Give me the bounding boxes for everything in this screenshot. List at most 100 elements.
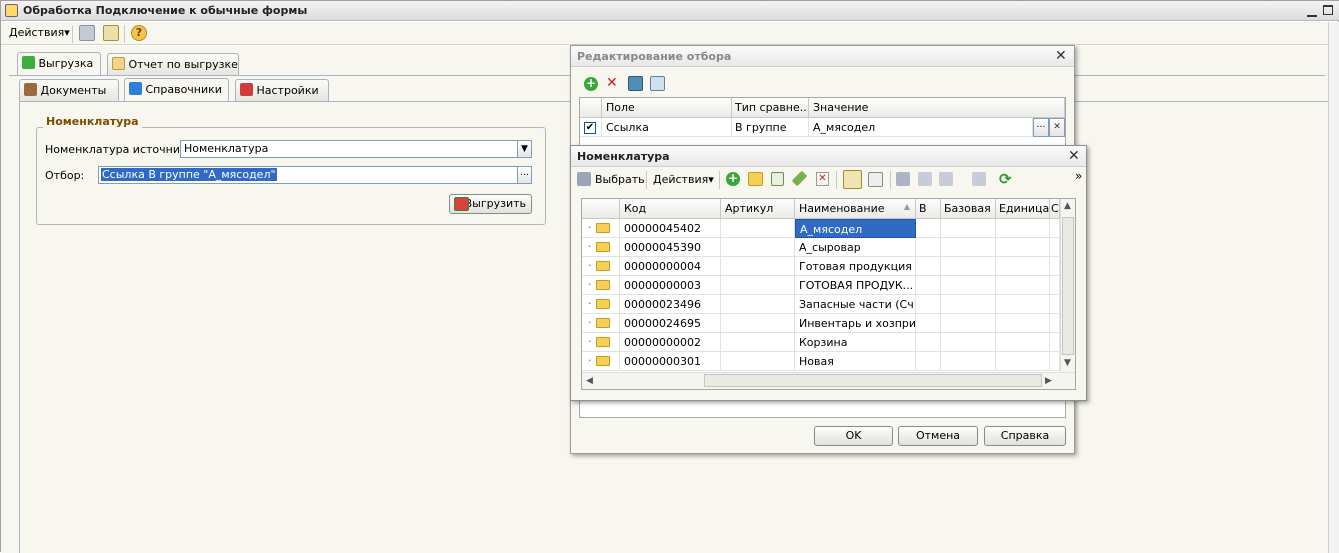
filter-col-field[interactable]: Поле (602, 98, 732, 118)
cell-empty[interactable] (1050, 352, 1060, 371)
cell-article[interactable] (721, 314, 795, 333)
cell-article[interactable] (721, 352, 795, 371)
filter-col-value[interactable]: Значение (809, 98, 1065, 118)
cancel-button[interactable]: Отмена (898, 426, 978, 446)
filter-row-value[interactable]: А_мясодел (809, 118, 1033, 137)
filter-history-icon[interactable] (939, 172, 953, 186)
cell-code[interactable]: 00000024695 (620, 314, 721, 333)
ok-button[interactable]: OK (814, 426, 893, 446)
cell-empty[interactable] (1050, 257, 1060, 276)
uncheck-all-icon[interactable] (650, 76, 665, 91)
cell-article[interactable] (721, 276, 795, 295)
refresh-icon[interactable]: ⟳ (999, 170, 1012, 188)
minimize-button[interactable] (1307, 3, 1317, 17)
cell-article[interactable] (721, 295, 795, 314)
scroll-up-icon[interactable]: ▲ (1064, 201, 1071, 211)
delete-icon[interactable]: ✕ (606, 75, 618, 91)
table-row[interactable]: · 00000045390 А_сыровар (582, 238, 1060, 257)
table-row[interactable]: · 00000045402 А_мясодел (582, 219, 1060, 238)
edit-icon[interactable] (791, 170, 808, 187)
cell-article[interactable] (721, 238, 795, 257)
tab-documents[interactable]: Документы (19, 79, 119, 101)
hscroll-thumb[interactable] (704, 374, 1042, 387)
cell-code[interactable]: 00000000002 (620, 333, 721, 352)
row-icon-cell[interactable]: · (582, 314, 620, 333)
filter-row-compare[interactable]: В группе (732, 118, 809, 137)
actions-menu-button[interactable]: Действия▾ (9, 26, 70, 39)
cell-empty[interactable] (916, 238, 941, 257)
cell-empty[interactable] (996, 295, 1050, 314)
table-row[interactable]: · 00000024695 Инвентарь и хозпри... (582, 314, 1060, 333)
filter-by-value-icon[interactable] (896, 172, 910, 186)
copy-icon[interactable] (771, 172, 784, 186)
col-unit[interactable]: Единица (996, 199, 1050, 219)
tab-export[interactable]: Выгрузка (17, 52, 101, 75)
cell-code[interactable]: 00000000003 (620, 276, 721, 295)
main-scrollbar[interactable] (1328, 22, 1339, 553)
close-icon[interactable]: ✕ (1068, 148, 1080, 164)
add-group-icon[interactable] (748, 172, 763, 186)
cell-code[interactable]: 00000000004 (620, 257, 721, 276)
cell-name[interactable]: А_мясодел (795, 219, 916, 238)
cell-empty[interactable] (996, 352, 1050, 371)
scroll-left-icon[interactable]: ◀ (586, 376, 593, 386)
col-v[interactable]: В (916, 199, 941, 219)
cell-empty[interactable] (941, 333, 996, 352)
select-button[interactable]: Выбрать (595, 173, 645, 186)
scroll-down-icon[interactable]: ▼ (1064, 358, 1071, 368)
row-icon-cell[interactable]: · (582, 238, 620, 257)
col-code[interactable]: Код (620, 199, 721, 219)
filter-col-compare[interactable]: Тип сравне... (732, 98, 809, 118)
source-dropdown-button[interactable]: ▼ (517, 140, 532, 158)
cell-empty[interactable] (996, 238, 1050, 257)
cell-empty[interactable] (996, 219, 1050, 238)
vertical-scrollbar[interactable]: ▲ ▼ (1060, 199, 1075, 372)
cell-name[interactable]: Готовая продукция (795, 257, 916, 276)
restore-button[interactable] (1323, 5, 1333, 15)
filter-field[interactable]: Ссылка В группе "А_мясодел" (98, 166, 518, 184)
cell-article[interactable] (721, 219, 795, 238)
export-button[interactable]: Выгрузить (449, 194, 532, 214)
cell-name[interactable]: А_сыровар (795, 238, 916, 257)
close-icon[interactable]: ✕ (1055, 48, 1067, 64)
row-icon-cell[interactable]: · (582, 257, 620, 276)
cell-empty[interactable] (941, 352, 996, 371)
cell-empty[interactable] (1050, 333, 1060, 352)
cell-name[interactable]: Запасные части (Сч (795, 295, 916, 314)
table-row[interactable]: · 00000023496 Запасные части (Сч (582, 295, 1060, 314)
help-button[interactable]: Справка (984, 426, 1066, 446)
filter-icon[interactable] (918, 172, 932, 186)
cell-name[interactable]: ГОТОВАЯ ПРОДУК... (795, 276, 916, 295)
row-icon-cell[interactable]: · (582, 333, 620, 352)
cell-empty[interactable] (1050, 219, 1060, 238)
table-row[interactable]: · 00000000004 Готовая продукция (582, 257, 1060, 276)
row-icon-cell[interactable]: · (582, 219, 620, 238)
table-row[interactable]: · 00000000002 Корзина (582, 333, 1060, 352)
cell-empty[interactable] (941, 219, 996, 238)
cell-empty[interactable] (1050, 314, 1060, 333)
col-base[interactable]: Базовая (941, 199, 996, 219)
cell-empty[interactable] (1050, 295, 1060, 314)
nomenclature-actions-menu[interactable]: Действия▾ (653, 173, 714, 186)
add-icon[interactable]: + (726, 172, 740, 186)
delete-icon[interactable]: ✕ (816, 172, 829, 186)
row-icon-cell[interactable]: · (582, 276, 620, 295)
cell-code[interactable]: 00000045402 (620, 219, 721, 238)
more-icon[interactable]: » (1075, 169, 1082, 183)
cell-name[interactable]: Новая (795, 352, 916, 371)
clear-filter-icon[interactable] (972, 172, 986, 186)
row-icon-cell[interactable]: · (582, 295, 620, 314)
cell-empty[interactable] (916, 257, 941, 276)
filter-row-check[interactable]: ✔ (580, 118, 602, 137)
col-c[interactable]: С (1050, 199, 1060, 219)
add-icon[interactable]: + (584, 77, 598, 91)
cell-empty[interactable] (996, 333, 1050, 352)
cell-empty[interactable] (941, 257, 996, 276)
scroll-thumb[interactable] (1062, 217, 1074, 355)
cell-name[interactable]: Инвентарь и хозпри... (795, 314, 916, 333)
cell-empty[interactable] (941, 295, 996, 314)
row-icon-cell[interactable]: · (582, 352, 620, 371)
cell-empty[interactable] (1050, 276, 1060, 295)
cell-article[interactable] (721, 333, 795, 352)
help-icon[interactable]: ? (131, 25, 147, 41)
